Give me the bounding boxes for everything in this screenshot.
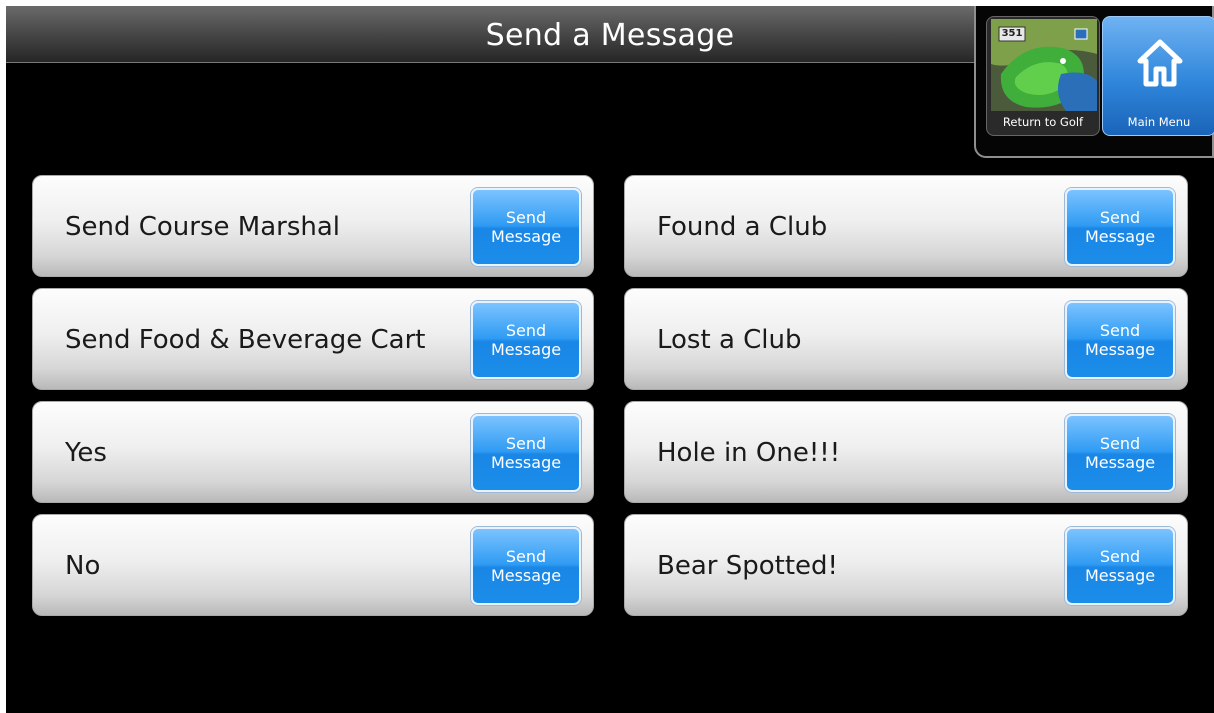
send-button-line1: Send xyxy=(1099,208,1141,227)
send-button-line1: Send xyxy=(1099,321,1141,340)
send-button-line1: Send xyxy=(505,434,547,453)
send-button-line1: Send xyxy=(1099,434,1141,453)
message-row-bear-spotted[interactable]: Bear Spotted! Send Message xyxy=(624,514,1188,616)
send-message-button[interactable]: Send Message xyxy=(1065,527,1175,605)
send-message-button[interactable]: Send Message xyxy=(471,301,581,379)
send-message-button[interactable]: Send Message xyxy=(1065,301,1175,379)
message-row-no[interactable]: No Send Message xyxy=(32,514,594,616)
send-button-line2: Message xyxy=(1084,227,1156,246)
send-message-button[interactable]: Send Message xyxy=(471,527,581,605)
message-label: Hole in One!!! xyxy=(657,438,841,468)
send-button-line2: Message xyxy=(490,566,562,585)
message-label: Found a Club xyxy=(657,212,828,242)
message-label: Yes xyxy=(65,438,107,468)
hole-number-badge: 351 xyxy=(1001,28,1023,39)
send-message-button[interactable]: Send Message xyxy=(471,188,581,266)
message-row-found-a-club[interactable]: Found a Club Send Message xyxy=(624,175,1188,277)
message-label: Lost a Club xyxy=(657,325,802,355)
message-label: Send Course Marshal xyxy=(65,212,341,242)
send-button-line1: Send xyxy=(505,208,547,227)
message-label: Send Food & Beverage Cart xyxy=(65,325,426,355)
message-row-send-food-beverage-cart[interactable]: Send Food & Beverage Cart Send Message xyxy=(32,288,594,390)
send-button-line2: Message xyxy=(490,453,562,472)
send-message-button[interactable]: Send Message xyxy=(1065,188,1175,266)
main-menu-label: Main Menu xyxy=(1127,115,1191,129)
return-to-golf-button[interactable]: 351 Return to Golf xyxy=(986,16,1100,136)
send-message-button[interactable]: Send Message xyxy=(471,414,581,492)
message-row-lost-a-club[interactable]: Lost a Club Send Message xyxy=(624,288,1188,390)
message-label: No xyxy=(65,551,101,581)
send-message-button[interactable]: Send Message xyxy=(1065,414,1175,492)
send-button-line1: Send xyxy=(505,547,547,566)
screen: Send a Message 351 Return to Golf Main M… xyxy=(6,6,1214,713)
send-button-line2: Message xyxy=(490,340,562,359)
send-button-line2: Message xyxy=(490,227,562,246)
nav-panel: 351 Return to Golf Main Menu xyxy=(974,6,1214,158)
message-row-send-course-marshal[interactable]: Send Course Marshal Send Message xyxy=(32,175,594,277)
send-button-line2: Message xyxy=(1084,340,1156,359)
main-menu-button[interactable]: Main Menu xyxy=(1102,16,1214,136)
send-button-line1: Send xyxy=(505,321,547,340)
message-label: Bear Spotted! xyxy=(657,551,838,581)
send-button-line2: Message xyxy=(1084,566,1156,585)
message-row-yes[interactable]: Yes Send Message xyxy=(32,401,594,503)
send-button-line1: Send xyxy=(1099,547,1141,566)
return-to-golf-label: Return to Golf xyxy=(1002,115,1084,129)
home-icon xyxy=(1137,39,1183,87)
message-row-hole-in-one[interactable]: Hole in One!!! Send Message xyxy=(624,401,1188,503)
send-button-line2: Message xyxy=(1084,453,1156,472)
